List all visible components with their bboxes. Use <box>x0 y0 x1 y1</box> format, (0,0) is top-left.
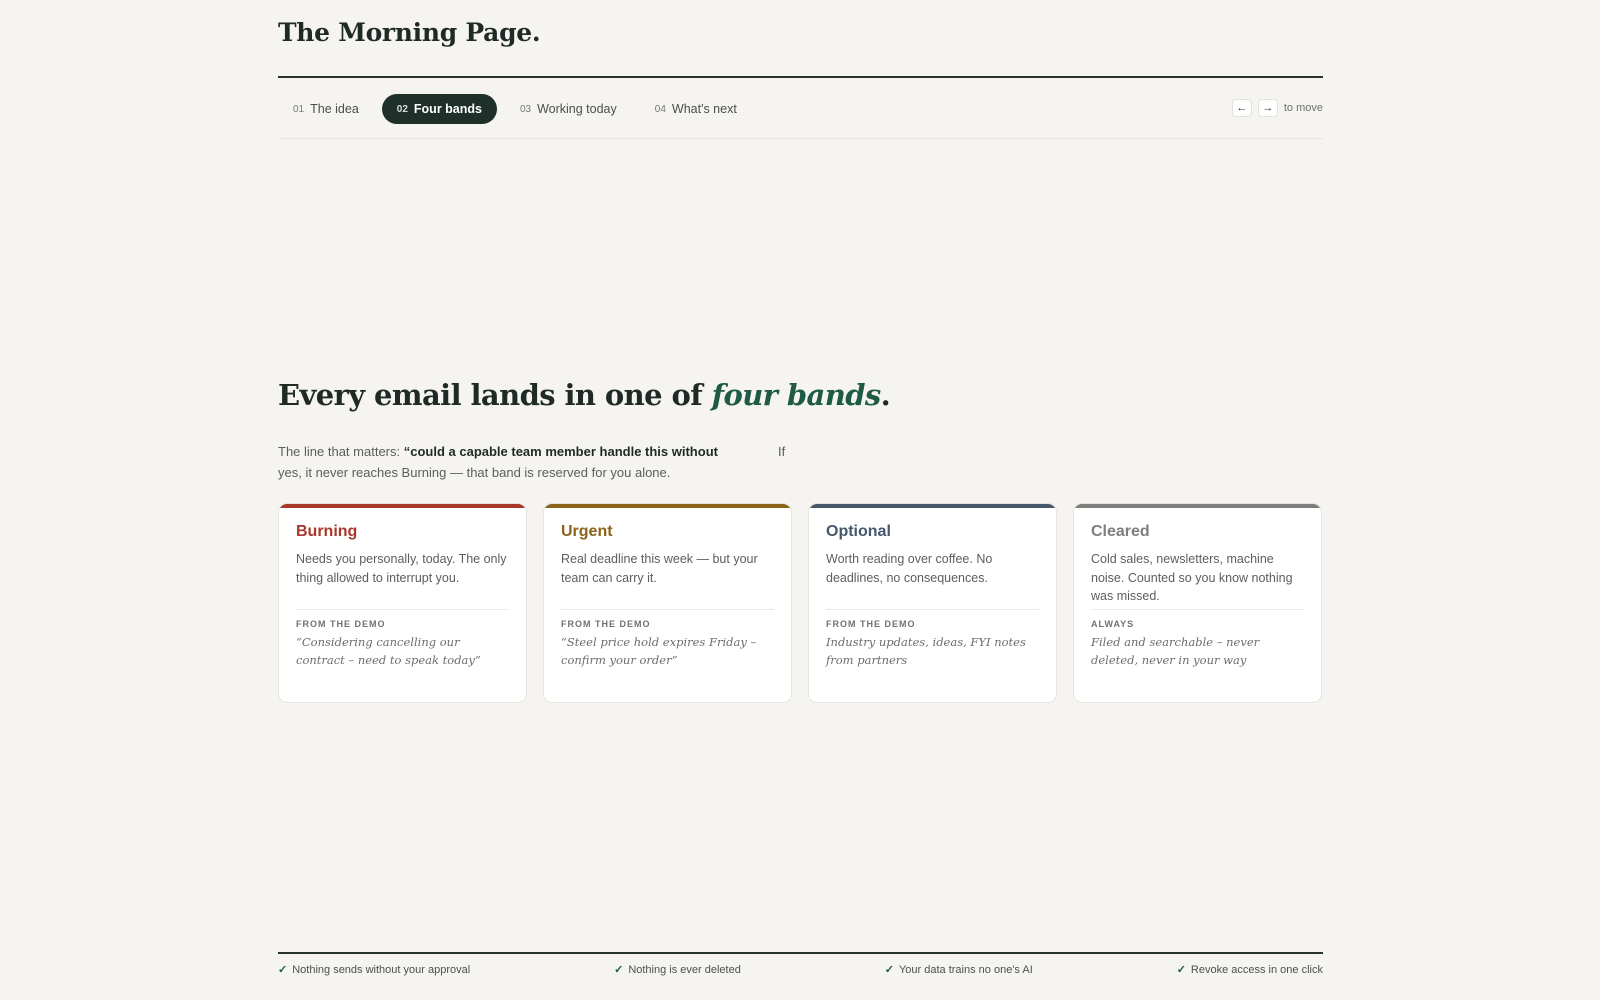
band-caption: FROM THE DEMO <box>826 619 916 629</box>
band-description: Needs you personally, today. The only th… <box>296 552 507 585</box>
lead-intro: The line that matters: <box>278 444 404 459</box>
tab-number: 02 <box>396 103 408 115</box>
check-icon: ✓ <box>884 964 894 976</box>
tab-label: The idea <box>310 102 359 116</box>
band-description: Cold sales, newsletters, machine noise. … <box>1091 552 1293 603</box>
band-card-burning: Burning Needs you personally, today. The… <box>278 503 527 703</box>
trust-item: ✓ Your data trains no one's AI <box>885 963 1033 976</box>
band-description: Worth reading over coffee. No deadlines,… <box>826 552 993 585</box>
tab-number: 03 <box>519 103 532 115</box>
band-color-bar <box>544 504 791 508</box>
band-example: “Steel price hold expires Friday – confi… <box>561 635 757 667</box>
headline-period: . <box>880 378 891 412</box>
band-color-bar <box>809 504 1056 508</box>
band-title: Burning <box>296 523 358 540</box>
card-divider <box>561 609 774 610</box>
band-color-bar <box>279 504 526 508</box>
trust-text: Nothing sends without your approval <box>292 964 471 976</box>
band-caption: FROM THE DEMO <box>296 619 386 629</box>
band-example: Filed and searchable – never deleted, ne… <box>1091 635 1260 667</box>
tab-number: 01 <box>293 103 305 115</box>
tab-label: Working today <box>537 102 617 116</box>
section-tabs: 01 The idea 02 Four bands 03 Working tod… <box>278 94 760 124</box>
band-card-cleared: Cleared Cold sales, newsletters, machine… <box>1073 503 1322 703</box>
band-card-urgent: Urgent Real deadline this week — but you… <box>543 503 792 703</box>
band-title: Urgent <box>561 523 613 540</box>
brand-title: The Morning Page. <box>278 18 541 47</box>
trust-item: ✓ Nothing sends without your approval <box>278 963 470 976</box>
tab-label: Four bands <box>413 102 482 116</box>
lead-rest: yes, it never reaches Burning — that ban… <box>278 465 671 480</box>
keyboard-nav-hint: ← → to move <box>1231 99 1323 117</box>
band-color-bar <box>1074 504 1321 508</box>
trust-item: ✓ Nothing is ever deleted <box>614 963 741 976</box>
trust-text: Revoke access in one click <box>1190 964 1323 976</box>
lead-question: “could a capable team member handle this… <box>403 444 718 459</box>
card-divider <box>296 609 509 610</box>
tabs-divider <box>278 138 1323 139</box>
section-headline: Every email lands in one of four bands. <box>278 378 891 412</box>
arrow-left-icon[interactable]: ← <box>1231 99 1252 117</box>
card-divider <box>826 609 1039 610</box>
trust-footer: ✓ Nothing sends without your approval ✓ No… <box>278 963 1323 976</box>
tab-whats-next[interactable]: 04 What's next <box>640 94 752 124</box>
tab-the-idea[interactable]: 01 The idea <box>278 94 374 124</box>
headline-text: Every email lands in one of <box>278 378 712 412</box>
tab-label: What's next <box>671 102 737 116</box>
tab-number: 04 <box>654 103 666 115</box>
band-example: “Considering cancelling our contract – n… <box>296 635 481 667</box>
headline-emphasis: four bands <box>711 378 882 412</box>
band-card-optional: Optional Worth reading over coffee. No d… <box>808 503 1057 703</box>
nav-hint-text: to move <box>1283 102 1323 114</box>
arrow-right-icon[interactable]: → <box>1257 99 1278 117</box>
band-caption: FROM THE DEMO <box>561 619 651 629</box>
band-example: Industry updates, ideas, FYI notes from … <box>826 635 1026 667</box>
footer-rule <box>278 952 1323 954</box>
check-icon: ✓ <box>1176 964 1186 976</box>
band-title: Cleared <box>1091 523 1150 540</box>
trust-item: ✓ Revoke access in one click <box>1177 963 1323 976</box>
lead-if: If <box>778 444 786 459</box>
check-icon: ✓ <box>278 964 288 976</box>
tab-working-today[interactable]: 03 Working today <box>505 94 632 124</box>
tab-four-bands[interactable]: 02 Four bands <box>381 94 497 124</box>
check-icon: ✓ <box>614 964 624 976</box>
band-cards: Burning Needs you personally, today. The… <box>278 503 1323 703</box>
trust-text: Your data trains no one's AI <box>898 964 1033 976</box>
band-description: Real deadline this week — but your team … <box>561 552 758 585</box>
trust-text: Nothing is ever deleted <box>628 964 741 976</box>
header-rule <box>278 76 1323 78</box>
band-caption: ALWAYS <box>1091 619 1135 629</box>
card-divider <box>1091 609 1304 610</box>
band-title: Optional <box>826 523 891 540</box>
lead-paragraph: The line that matters: “could a capable … <box>278 441 798 483</box>
